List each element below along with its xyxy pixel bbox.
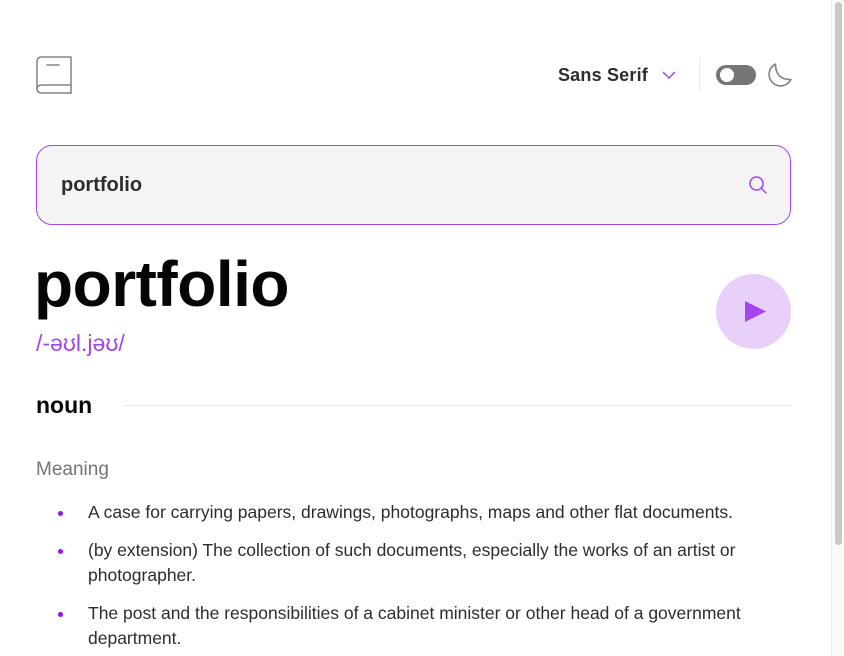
part-of-speech-label: noun	[36, 391, 93, 418]
play-audio-button[interactable]	[716, 274, 791, 349]
section-divider	[124, 404, 791, 406]
search-input[interactable]	[61, 146, 701, 224]
search-icon[interactable]	[749, 176, 767, 194]
definition-text: (by extension) The collection of such do…	[88, 540, 736, 585]
font-selector[interactable]: Sans Serif	[558, 65, 676, 86]
theme-toggle[interactable]	[716, 65, 756, 85]
scrollbar-thumb[interactable]	[835, 2, 842, 545]
definition-item: A case for carrying papers, drawings, ph…	[36, 500, 806, 525]
bullet-icon	[58, 549, 63, 554]
definition-item: (by extension) The collection of such do…	[36, 538, 806, 588]
header-controls: Sans Serif	[558, 56, 792, 94]
vertical-scrollbar[interactable]	[831, 0, 844, 656]
bullet-icon	[58, 612, 63, 617]
definition-item: The post and the responsibilities of a c…	[36, 601, 806, 651]
phonetic-text: /-əʊl.jəʊ/	[36, 330, 125, 356]
toggle-knob	[720, 68, 734, 82]
part-of-speech-row: noun	[36, 388, 791, 422]
play-icon	[745, 301, 766, 322]
meaning-heading: Meaning	[36, 459, 109, 480]
search-box	[36, 145, 791, 225]
font-selector-label: Sans Serif	[557, 64, 648, 85]
moon-icon[interactable]	[768, 63, 792, 87]
bullet-icon	[58, 511, 63, 516]
header-divider	[699, 59, 700, 91]
app-header: Sans Serif	[36, 56, 792, 94]
book-icon[interactable]	[36, 56, 72, 94]
word-title: portfolio	[34, 248, 289, 320]
definition-text: A case for carrying papers, drawings, ph…	[88, 502, 733, 522]
dictionary-page: Sans Serif portfolio /-əʊl.jəʊ/	[0, 0, 831, 656]
definition-list: A case for carrying papers, drawings, ph…	[36, 500, 806, 656]
definition-text: The post and the responsibilities of a c…	[88, 603, 741, 648]
chevron-down-icon	[662, 71, 676, 80]
